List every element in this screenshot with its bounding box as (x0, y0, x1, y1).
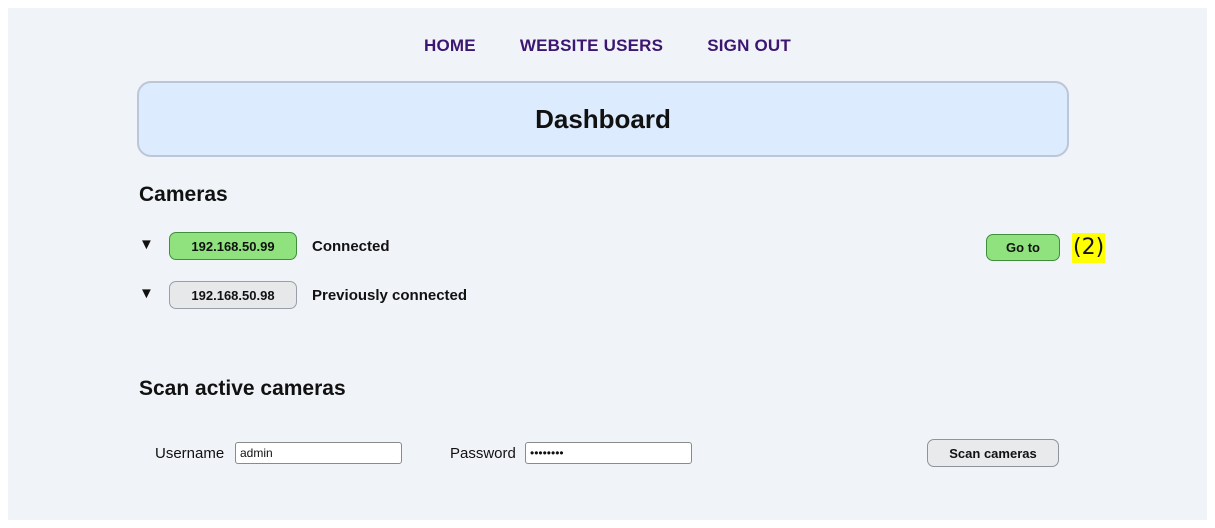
top-nav: HOME WEBSITE USERS SIGN OUT (8, 36, 1207, 56)
cameras-section-title: Cameras (139, 183, 228, 206)
page-title: Dashboard (535, 103, 671, 134)
camera-status-label: Connected (312, 238, 390, 255)
nav-website-users-link[interactable]: WEBSITE USERS (520, 36, 663, 56)
go-to-button[interactable]: Go to (986, 234, 1060, 261)
scan-section-title: Scan active cameras (139, 377, 346, 400)
password-input[interactable] (525, 442, 692, 464)
camera-row-previous: ▼ 192.168.50.98 Previously connected (139, 281, 1109, 311)
camera-status-label: Previously connected (312, 287, 468, 304)
nav-home-link[interactable]: HOME (424, 36, 476, 56)
scan-cameras-button[interactable]: Scan cameras (927, 439, 1059, 467)
username-label: Username (155, 445, 225, 462)
nav-sign-out-link[interactable]: SIGN OUT (707, 36, 791, 56)
expand-toggle-icon[interactable]: ▼ (139, 285, 154, 302)
username-input[interactable] (235, 442, 402, 464)
camera-ip-button-connected[interactable]: 192.168.50.99 (169, 232, 297, 260)
count-badge: (2) (1072, 233, 1106, 263)
dashboard-header: Dashboard (137, 81, 1069, 157)
expand-toggle-icon[interactable]: ▼ (139, 236, 154, 253)
page: HOME WEBSITE USERS SIGN OUT Dashboard Ca… (8, 8, 1207, 520)
password-label: Password (450, 445, 516, 462)
camera-ip-button-previous[interactable]: 192.168.50.98 (169, 281, 297, 309)
camera-row-connected: ▼ 192.168.50.99 Connected Go to (2) (139, 232, 1109, 263)
